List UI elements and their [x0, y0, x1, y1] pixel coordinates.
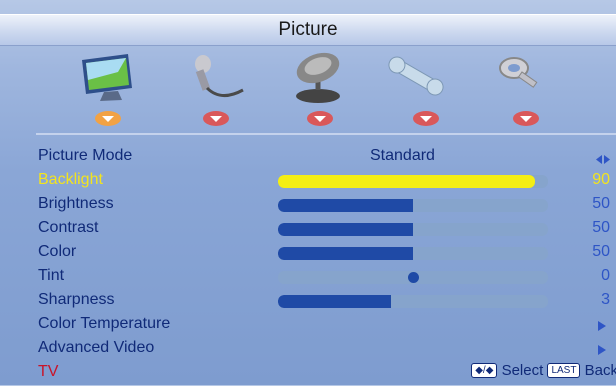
nav-keys-icon: ◆/◆ [471, 363, 498, 378]
setup-icon[interactable] [386, 50, 446, 105]
color-value: 50 [592, 243, 610, 260]
tint-value: 0 [601, 267, 610, 284]
backlight-slider[interactable] [278, 175, 548, 188]
chevron-right-icon [598, 321, 606, 331]
menu-item-brightness[interactable]: Brightness 50 [0, 194, 616, 218]
slider-fill [278, 175, 535, 188]
picture-mode-value: Standard [370, 147, 435, 164]
chevron-down-icon [412, 110, 440, 127]
menu-item-label: Picture Mode [38, 147, 133, 164]
slider-knob[interactable] [408, 272, 419, 283]
contrast-value: 50 [592, 219, 610, 236]
menu-item-label: Advanced Video [38, 339, 155, 356]
menu-item-label: Contrast [38, 219, 99, 236]
lock-icon[interactable] [492, 50, 552, 105]
chevron-down-icon [94, 110, 122, 127]
category-icon-bar [0, 50, 616, 105]
menu-item-label: Tint [38, 267, 65, 284]
menu-title-text: Picture [278, 19, 338, 40]
chevron-right-icon [598, 345, 606, 355]
sharpness-value: 3 [601, 291, 610, 308]
input-source-label: TV [38, 363, 59, 380]
menu-item-label: Color Temperature [38, 315, 171, 332]
slider-fill [278, 295, 392, 308]
audio-icon[interactable] [185, 50, 245, 105]
slider-fill [278, 199, 413, 212]
backlight-value: 90 [592, 171, 610, 188]
menu-item-backlight[interactable]: Backlight 90 [0, 170, 616, 194]
menu-item-tint[interactable]: Tint 0 [0, 266, 616, 290]
menu-item-label: Backlight [38, 171, 103, 188]
picture-icon[interactable] [78, 50, 138, 105]
divider [36, 133, 616, 135]
timer-icon[interactable] [288, 50, 348, 105]
contrast-slider[interactable] [278, 223, 548, 236]
menu-item-advanced-video[interactable]: Advanced Video [0, 338, 616, 362]
left-right-arrows-icon [596, 152, 610, 170]
menu-item-label: Sharpness [38, 291, 115, 308]
brightness-slider[interactable] [278, 199, 548, 212]
last-key-icon: LAST [547, 363, 581, 378]
sharpness-slider[interactable] [278, 295, 548, 308]
menu-title: Picture [0, 14, 616, 46]
slider-fill [278, 247, 413, 260]
tint-slider[interactable] [278, 271, 548, 284]
menu-item-picture-mode[interactable]: Picture Mode Standard [0, 146, 616, 170]
menu-item-label: Brightness [38, 195, 114, 212]
chevron-down-icon [512, 110, 540, 127]
back-hint: Back [584, 362, 616, 379]
menu-item-label: Color [38, 243, 77, 260]
menu-item-color-temperature[interactable]: Color Temperature [0, 314, 616, 338]
button-help: ◆/◆ Select LAST Back [471, 362, 616, 379]
chevron-down-icon [202, 110, 230, 127]
slider-fill [278, 223, 413, 236]
chevron-down-icon [306, 110, 334, 127]
menu-item-sharpness[interactable]: Sharpness 3 [0, 290, 616, 314]
brightness-value: 50 [592, 195, 610, 212]
select-hint: Select [501, 362, 544, 379]
color-slider[interactable] [278, 247, 548, 260]
menu-item-contrast[interactable]: Contrast 50 [0, 218, 616, 242]
menu-item-color[interactable]: Color 50 [0, 242, 616, 266]
